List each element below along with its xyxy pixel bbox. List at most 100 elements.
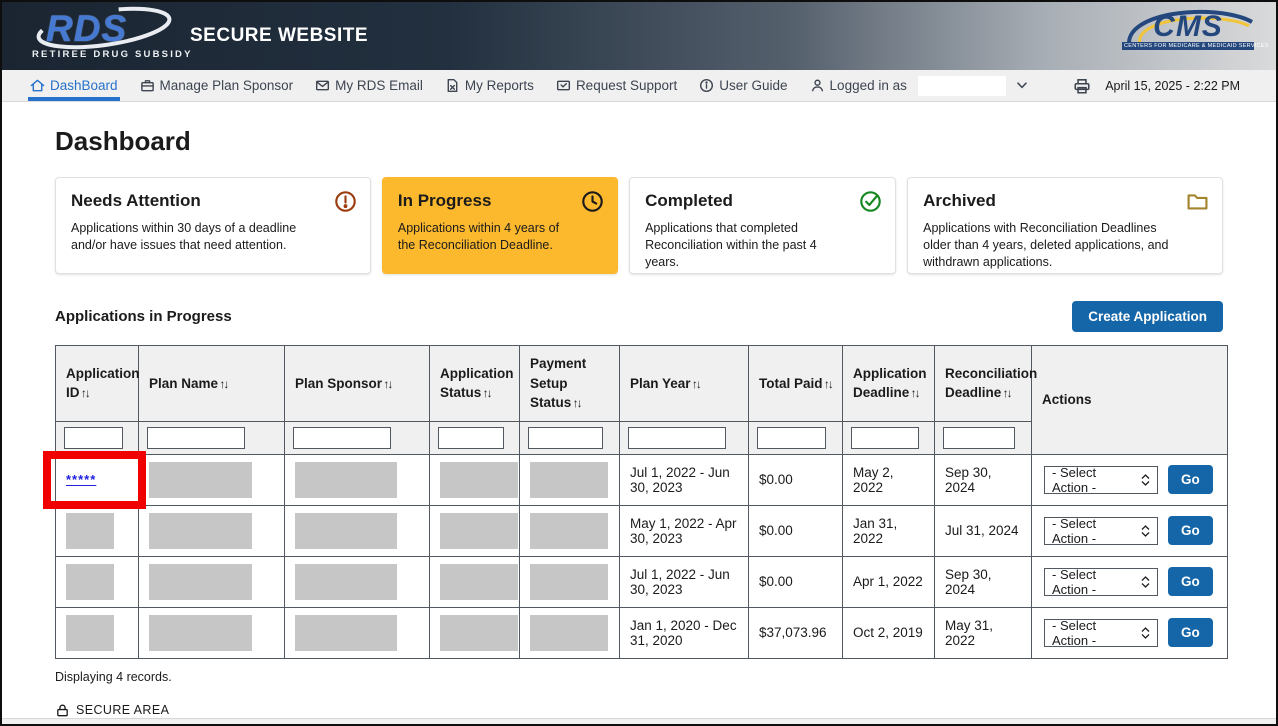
redacted-cell bbox=[285, 505, 430, 556]
redacted-cell bbox=[139, 607, 285, 658]
create-application-button[interactable]: Create Application bbox=[1072, 301, 1223, 332]
col-header-payment-setup-status[interactable]: Payment Setup Status ↑↓ bbox=[520, 346, 620, 422]
nav-item-dashboard[interactable]: DashBoard bbox=[30, 70, 118, 101]
application-id-link[interactable]: ***** bbox=[66, 472, 96, 487]
sort-icon[interactable]: ↑↓ bbox=[823, 377, 832, 391]
go-button[interactable]: Go bbox=[1168, 465, 1213, 494]
redacted-value bbox=[530, 462, 608, 498]
nav-item-manage-plan-sponsor[interactable]: Manage Plan Sponsor bbox=[140, 70, 294, 101]
secure-area-label: SECURE AREA bbox=[76, 703, 169, 717]
action-select[interactable]: - Select Action - bbox=[1044, 568, 1158, 596]
rds-logo-tagline: RETIREE DRUG SUBSIDY bbox=[32, 49, 162, 60]
cms-logo-text: CMS bbox=[1122, 12, 1254, 42]
nav-item-user-guide[interactable]: User Guide bbox=[699, 70, 787, 101]
filter-cell bbox=[520, 421, 620, 454]
sort-icon[interactable]: ↑↓ bbox=[80, 386, 89, 400]
redacted-value bbox=[295, 462, 397, 498]
col-header-application-id[interactable]: Application ID ↑↓ bbox=[56, 346, 139, 422]
data-cell: Sep 30, 2024 bbox=[935, 556, 1032, 607]
card-in-progress[interactable]: In ProgressApplications within 4 years o… bbox=[382, 177, 618, 274]
table-row: Jan 1, 2020 - Dec 31, 2020$37,073.96Oct … bbox=[56, 607, 1228, 658]
filter-input-plan-name[interactable] bbox=[147, 427, 245, 449]
redacted-value bbox=[295, 513, 397, 549]
top-banner: RDS RETIREE DRUG SUBSIDY SECURE WEBSITE … bbox=[2, 2, 1276, 70]
cms-logo-caption: CENTERS FOR MEDICARE & MEDICAID SERVICES bbox=[1122, 42, 1254, 50]
filter-input-application-id[interactable] bbox=[64, 427, 123, 449]
col-header-application-deadline[interactable]: Application Deadline ↑↓ bbox=[843, 346, 935, 422]
sort-icon[interactable]: ↑↓ bbox=[571, 396, 580, 410]
filter-input-payment-setup-status[interactable] bbox=[528, 427, 603, 449]
col-header-application-status[interactable]: Application Status ↑↓ bbox=[430, 346, 520, 422]
filter-cell bbox=[749, 421, 843, 454]
clock-icon bbox=[581, 190, 604, 213]
redacted-value bbox=[149, 615, 252, 651]
redacted-value bbox=[295, 615, 397, 651]
card-archived[interactable]: ArchivedApplications with Reconciliation… bbox=[907, 177, 1223, 274]
filter-cell bbox=[285, 421, 430, 454]
col-header-total-paid[interactable]: Total Paid ↑↓ bbox=[749, 346, 843, 422]
filter-cell bbox=[620, 421, 749, 454]
sort-icon[interactable]: ↑↓ bbox=[218, 377, 227, 391]
table-row: May 1, 2022 - Apr 30, 2023$0.00Jan 31, 2… bbox=[56, 505, 1228, 556]
card-title: Archived bbox=[923, 191, 1207, 211]
select-spinner-icon bbox=[1141, 474, 1150, 486]
nav-item-label: User Guide bbox=[719, 78, 787, 93]
filter-input-application-deadline[interactable] bbox=[851, 427, 919, 449]
sort-icon[interactable]: ↑↓ bbox=[1001, 386, 1010, 400]
card-completed[interactable]: CompletedApplications that completed Rec… bbox=[629, 177, 896, 274]
redacted-value bbox=[66, 513, 114, 549]
cms-logo: CMS CENTERS FOR MEDICARE & MEDICAID SERV… bbox=[1122, 12, 1254, 50]
redacted-cell bbox=[430, 607, 520, 658]
action-select[interactable]: - Select Action - bbox=[1044, 466, 1158, 494]
filter-input-application-status[interactable] bbox=[438, 427, 504, 449]
redacted-cell bbox=[56, 505, 139, 556]
nav-item-my-reports[interactable]: My Reports bbox=[445, 70, 534, 101]
sort-icon[interactable]: ↑↓ bbox=[909, 386, 918, 400]
chevron-down-icon[interactable] bbox=[1017, 82, 1027, 89]
col-header-plan-sponsor[interactable]: Plan Sponsor ↑↓ bbox=[285, 346, 430, 422]
filter-input-reconciliation-deadline[interactable] bbox=[943, 427, 1015, 449]
person-icon bbox=[810, 78, 825, 93]
action-select[interactable]: - Select Action - bbox=[1044, 619, 1158, 647]
sort-icon[interactable]: ↑↓ bbox=[691, 377, 700, 391]
nav-item-label: Manage Plan Sponsor bbox=[160, 78, 294, 93]
nav-item-request-support[interactable]: Request Support bbox=[556, 70, 677, 101]
col-header-plan-name[interactable]: Plan Name ↑↓ bbox=[139, 346, 285, 422]
main-content: Dashboard Needs AttentionApplications wi… bbox=[2, 102, 1276, 718]
nav-item-logged-in-as[interactable]: Logged in as bbox=[810, 70, 1027, 101]
select-spinner-icon bbox=[1141, 627, 1150, 639]
sort-icon[interactable]: ↑↓ bbox=[382, 377, 391, 391]
col-header-actions: Actions bbox=[1032, 346, 1228, 455]
logged-in-user-redacted bbox=[918, 76, 1006, 96]
card-title: In Progress bbox=[398, 191, 602, 211]
data-cell: May 1, 2022 - Apr 30, 2023 bbox=[620, 505, 749, 556]
rds-logo: RDS RETIREE DRUG SUBSIDY bbox=[32, 12, 162, 60]
col-header-reconciliation-deadline[interactable]: Reconciliation Deadline ↑↓ bbox=[935, 346, 1032, 422]
print-icon[interactable] bbox=[1073, 77, 1091, 95]
redacted-value bbox=[440, 513, 518, 549]
filter-input-total-paid[interactable] bbox=[757, 427, 826, 449]
action-select[interactable]: - Select Action - bbox=[1044, 517, 1158, 545]
nav-item-my-rds-email[interactable]: My RDS Email bbox=[315, 70, 423, 101]
envelope-icon bbox=[315, 78, 330, 93]
redacted-value bbox=[530, 564, 608, 600]
col-header-plan-year[interactable]: Plan Year ↑↓ bbox=[620, 346, 749, 422]
data-cell: $0.00 bbox=[749, 556, 843, 607]
status-cards: Needs AttentionApplications within 30 da… bbox=[55, 177, 1223, 274]
records-note: Displaying 4 records. bbox=[55, 670, 1223, 684]
filter-input-plan-year[interactable] bbox=[628, 427, 726, 449]
redacted-value bbox=[440, 564, 518, 600]
redacted-cell bbox=[139, 556, 285, 607]
card-description: Applications that completed Reconciliati… bbox=[645, 220, 880, 271]
go-button[interactable]: Go bbox=[1168, 618, 1213, 647]
filter-input-plan-sponsor[interactable] bbox=[293, 427, 391, 449]
sort-icon[interactable]: ↑↓ bbox=[481, 386, 490, 400]
data-cell: Apr 1, 2022 bbox=[843, 556, 935, 607]
go-button[interactable]: Go bbox=[1168, 516, 1213, 545]
redacted-value bbox=[66, 564, 114, 600]
select-spinner-icon bbox=[1141, 525, 1150, 537]
redacted-value bbox=[530, 615, 608, 651]
go-button[interactable]: Go bbox=[1168, 567, 1213, 596]
nav-right: April 15, 2025 - 2:22 PM bbox=[1073, 70, 1240, 101]
card-needs-attention[interactable]: Needs AttentionApplications within 30 da… bbox=[55, 177, 371, 274]
